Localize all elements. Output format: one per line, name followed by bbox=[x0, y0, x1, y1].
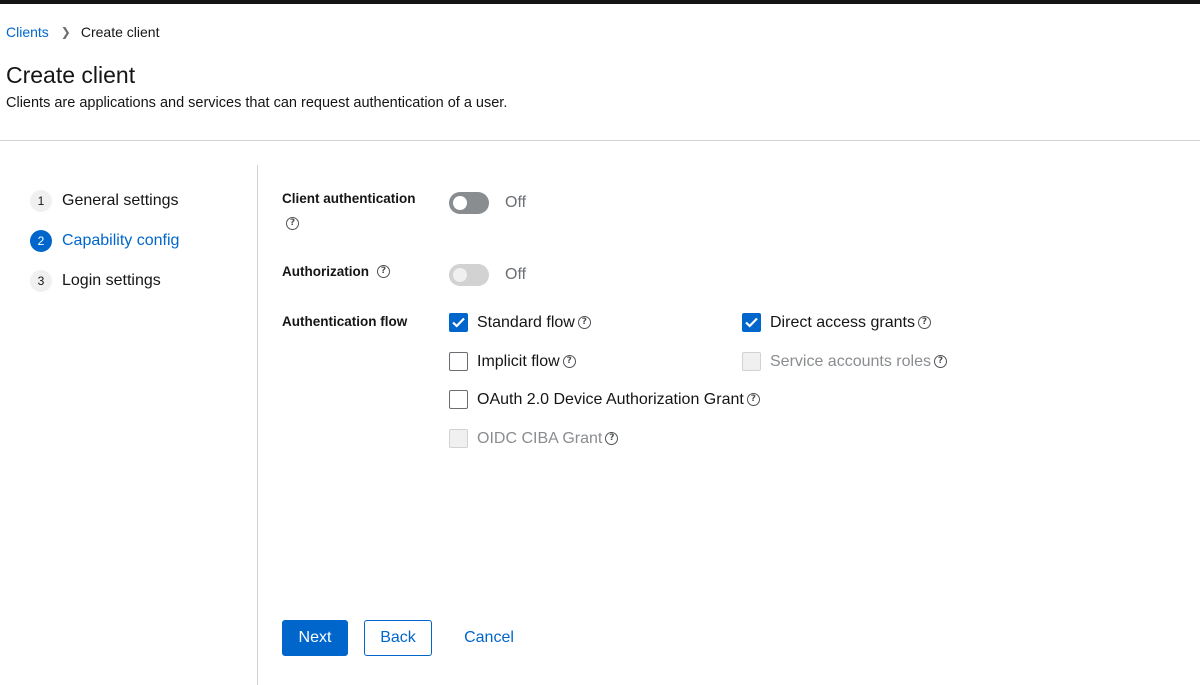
oauth-device-grant-checkbox[interactable] bbox=[449, 390, 468, 409]
top-bar bbox=[0, 0, 1200, 4]
check-icon bbox=[452, 317, 465, 328]
direct-access-grants-option: Direct access grants ? bbox=[742, 313, 931, 332]
authentication-flow-label: Authentication flow bbox=[282, 314, 408, 329]
authorization-state: Off bbox=[505, 266, 527, 283]
chevron-right-icon: ❯ bbox=[60, 25, 71, 39]
breadcrumb-current: Create client bbox=[80, 24, 160, 40]
oauth-device-grant-label: OAuth 2.0 Device Authorization Grant bbox=[477, 390, 744, 408]
oauth-device-grant-option: OAuth 2.0 Device Authorization Grant ? bbox=[449, 390, 760, 409]
breadcrumb: Clients ❯ Create client bbox=[6, 24, 159, 40]
help-circle-icon[interactable]: ? bbox=[577, 316, 591, 329]
client-authentication-label-text: Client authentication bbox=[282, 191, 416, 206]
help-circle-icon[interactable]: ? bbox=[746, 393, 760, 406]
implicit-flow-checkbox[interactable] bbox=[449, 352, 468, 371]
standard-flow-option: Standard flow ? bbox=[449, 313, 591, 332]
wizard-divider bbox=[257, 165, 258, 685]
step-label: General settings bbox=[62, 192, 179, 209]
step-number: 1 bbox=[30, 190, 52, 212]
help-circle-icon[interactable]: ? bbox=[917, 316, 931, 329]
standard-flow-label: Standard flow bbox=[477, 313, 575, 331]
wizard-step-capability-config[interactable]: 2 Capability config bbox=[30, 230, 179, 252]
standard-flow-checkbox[interactable] bbox=[449, 313, 468, 332]
step-label: Capability config bbox=[62, 232, 180, 249]
service-accounts-roles-option: Service accounts roles ? bbox=[742, 352, 947, 371]
authorization-label-text: Authorization bbox=[282, 264, 369, 279]
client-authentication-label: Client authentication bbox=[282, 191, 416, 206]
breadcrumb-clients-link[interactable]: Clients bbox=[6, 24, 49, 40]
direct-access-grants-label: Direct access grants bbox=[770, 313, 915, 331]
cancel-button[interactable]: Cancel bbox=[449, 620, 529, 656]
next-button[interactable]: Next bbox=[282, 620, 348, 656]
help-circle-icon[interactable]: ? bbox=[562, 355, 576, 368]
page-title: Create client bbox=[6, 62, 136, 88]
toggle-knob bbox=[453, 268, 467, 282]
service-accounts-roles-label: Service accounts roles bbox=[770, 352, 931, 370]
client-authentication-state: Off bbox=[505, 194, 527, 211]
step-label: Login settings bbox=[62, 272, 161, 289]
authorization-toggle[interactable] bbox=[449, 264, 489, 286]
oidc-ciba-grant-option: OIDC CIBA Grant ? bbox=[449, 429, 619, 448]
oidc-ciba-grant-checkbox[interactable] bbox=[449, 429, 468, 448]
service-accounts-roles-checkbox[interactable] bbox=[742, 352, 761, 371]
help-circle-icon[interactable]: ? bbox=[286, 217, 299, 230]
direct-access-grants-checkbox[interactable] bbox=[742, 313, 761, 332]
client-authentication-toggle[interactable] bbox=[449, 192, 489, 214]
toggle-knob bbox=[453, 196, 467, 210]
authorization-label: Authorization ? bbox=[282, 264, 390, 279]
implicit-flow-label: Implicit flow bbox=[477, 352, 560, 370]
help-circle-icon[interactable]: ? bbox=[933, 355, 947, 368]
help-circle-icon[interactable]: ? bbox=[605, 432, 619, 445]
wizard-step-general-settings[interactable]: 1 General settings bbox=[30, 190, 179, 212]
page-description: Clients are applications and services th… bbox=[6, 95, 508, 111]
implicit-flow-option: Implicit flow ? bbox=[449, 352, 576, 371]
check-icon bbox=[745, 317, 758, 328]
wizard-step-login-settings[interactable]: 3 Login settings bbox=[30, 270, 179, 292]
back-button[interactable]: Back bbox=[364, 620, 432, 656]
oidc-ciba-grant-label: OIDC CIBA Grant bbox=[477, 429, 603, 447]
help-circle-icon[interactable]: ? bbox=[377, 265, 390, 278]
wizard-nav: 1 General settings 2 Capability config 3… bbox=[30, 190, 179, 310]
step-number: 3 bbox=[30, 270, 52, 292]
step-number: 2 bbox=[30, 230, 52, 252]
header-divider bbox=[0, 140, 1200, 141]
